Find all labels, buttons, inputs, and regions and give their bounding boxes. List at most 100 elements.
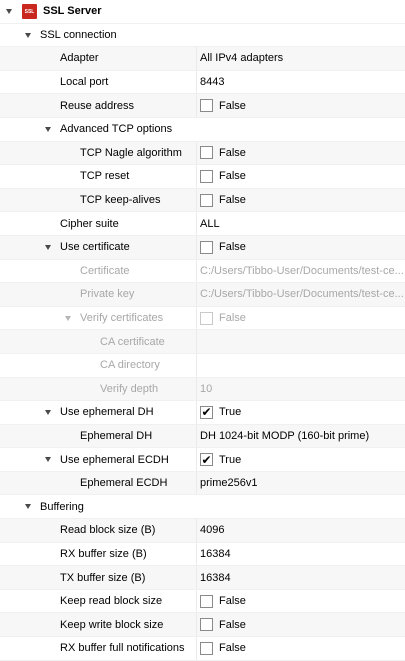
local-port-value[interactable]: 8443 bbox=[200, 71, 405, 94]
property-label: Reuse address bbox=[60, 99, 134, 112]
row-ca-certificate: CA certificate bbox=[0, 330, 405, 354]
property-label: CA certificate bbox=[100, 335, 165, 348]
property-label: Use ephemeral DH bbox=[60, 406, 154, 419]
row-use-certificate[interactable]: Use certificate False bbox=[0, 235, 405, 260]
property-label: RX buffer size (B) bbox=[60, 547, 147, 560]
group-label: Buffering bbox=[40, 500, 84, 513]
row-read-block-size[interactable]: Read block size (B) 4096 bbox=[0, 519, 405, 543]
row-ephemeral-dh[interactable]: Ephemeral DH DH 1024-bit MODP (160-bit p… bbox=[0, 424, 405, 449]
row-tx-buffer-size[interactable]: TX buffer size (B) 16384 bbox=[0, 566, 405, 590]
checkbox-value-label: False bbox=[219, 618, 246, 631]
row-keep-read-block-size[interactable]: Keep read block size False bbox=[0, 589, 405, 614]
property-label: Ephemeral DH bbox=[80, 429, 153, 442]
ephemeral-dh-value[interactable]: DH 1024-bit MODP (160-bit prime) bbox=[200, 425, 405, 448]
collapse-triangle-icon bbox=[65, 315, 71, 321]
property-label: TX buffer size (B) bbox=[60, 571, 146, 584]
row-certificate: Certificate C:/Users/Tibbo-User/Document… bbox=[0, 259, 405, 284]
row-reuse-address[interactable]: Reuse address False bbox=[0, 94, 405, 118]
group-label: SSL connection bbox=[40, 28, 117, 41]
property-label: RX buffer full notifications bbox=[60, 642, 185, 655]
property-label: Local port bbox=[60, 76, 109, 89]
checkbox-value-label: False bbox=[219, 642, 246, 655]
reuse-address-checkbox[interactable] bbox=[200, 99, 213, 113]
property-label: Private key bbox=[80, 288, 135, 301]
keep-write-block-size-checkbox[interactable] bbox=[200, 618, 213, 632]
row-private-key: Private key C:/Users/Tibbo-User/Document… bbox=[0, 283, 405, 307]
use-certificate-checkbox[interactable] bbox=[200, 240, 213, 254]
property-label: Use ephemeral ECDH bbox=[60, 453, 169, 466]
row-advanced-tcp-options[interactable]: Advanced TCP options bbox=[0, 118, 405, 142]
property-label: Keep write block size bbox=[60, 618, 164, 631]
collapse-triangle-icon[interactable] bbox=[45, 126, 51, 132]
read-block-size-value[interactable]: 4096 bbox=[200, 519, 405, 542]
row-verify-certificates: Verify certificates False bbox=[0, 306, 405, 331]
row-buffering[interactable]: Buffering bbox=[0, 495, 405, 520]
cipher-suite-value[interactable]: ALL bbox=[200, 212, 405, 235]
row-ssl-connection[interactable]: SSL connection bbox=[0, 24, 405, 48]
collapse-triangle-icon[interactable] bbox=[45, 457, 51, 463]
tcp-reset-checkbox[interactable] bbox=[200, 169, 213, 183]
property-label: Cipher suite bbox=[60, 217, 119, 230]
property-label: Certificate bbox=[80, 264, 130, 277]
checkbox-value-label: False bbox=[219, 170, 246, 183]
property-label: TCP Nagle algorithm bbox=[80, 146, 182, 159]
row-adapter[interactable]: Adapter All IPv4 adapters bbox=[0, 47, 405, 71]
rx-buffer-size-value[interactable]: 16384 bbox=[200, 543, 405, 566]
property-label: Use certificate bbox=[60, 241, 130, 254]
certificate-path-value: C:/Users/Tibbo-User/Documents/test-ce... bbox=[200, 264, 404, 277]
tx-buffer-size-value[interactable]: 16384 bbox=[200, 566, 405, 589]
property-label: Read block size (B) bbox=[60, 524, 156, 537]
collapse-triangle-icon[interactable] bbox=[45, 244, 51, 250]
tcp-nagle-checkbox[interactable] bbox=[200, 146, 213, 160]
use-ephemeral-ecdh-checkbox[interactable]: ✔ bbox=[200, 453, 213, 467]
property-label: TCP reset bbox=[80, 170, 130, 183]
collapse-triangle-icon[interactable] bbox=[25, 32, 31, 38]
tcp-keepalives-checkbox[interactable] bbox=[200, 193, 213, 207]
property-label: CA directory bbox=[100, 359, 160, 372]
property-label: Adapter bbox=[60, 52, 99, 65]
collapse-triangle-icon[interactable] bbox=[25, 504, 31, 510]
property-label: Keep read block size bbox=[60, 595, 163, 608]
row-cipher-suite[interactable]: Cipher suite ALL bbox=[0, 212, 405, 236]
property-grid: SSL SSL Server SSL connection Adapter Al… bbox=[0, 0, 405, 661]
use-ephemeral-dh-checkbox[interactable]: ✔ bbox=[200, 405, 213, 419]
row-rx-buffer-size[interactable]: RX buffer size (B) 16384 bbox=[0, 542, 405, 567]
row-ephemeral-ecdh[interactable]: Ephemeral ECDH prime256v1 bbox=[0, 471, 405, 496]
rx-buffer-full-notifications-checkbox[interactable] bbox=[200, 641, 213, 655]
checkbox-value-label: True bbox=[219, 406, 242, 419]
ssl-icon: SSL bbox=[22, 4, 37, 19]
private-key-path-value: C:/Users/Tibbo-User/Documents/test-ce... bbox=[200, 288, 404, 301]
property-label: Verify certificates bbox=[80, 312, 164, 325]
ca-directory-value bbox=[200, 354, 405, 377]
property-label: Ephemeral ECDH bbox=[80, 477, 168, 490]
row-keep-write-block-size[interactable]: Keep write block size False bbox=[0, 613, 405, 638]
property-label: Verify depth bbox=[100, 382, 159, 395]
collapse-triangle-icon[interactable] bbox=[45, 410, 51, 416]
checkbox-value-label: False bbox=[219, 99, 246, 112]
property-label: TCP keep-alives bbox=[80, 194, 161, 207]
adapter-value[interactable]: All IPv4 adapters bbox=[200, 47, 405, 70]
row-verify-depth: Verify depth 10 bbox=[0, 377, 405, 402]
row-tcp-reset[interactable]: TCP reset False bbox=[0, 165, 405, 189]
ephemeral-ecdh-value[interactable]: prime256v1 bbox=[200, 472, 405, 495]
checkbox-value-label: False bbox=[219, 595, 246, 608]
checkbox-value-label: False bbox=[219, 146, 246, 159]
row-use-ephemeral-ecdh[interactable]: Use ephemeral ECDH ✔ True bbox=[0, 448, 405, 472]
checkbox-value-label: True bbox=[219, 453, 242, 466]
checkbox-value-label: False bbox=[219, 194, 246, 207]
row-ca-directory: CA directory bbox=[0, 353, 405, 378]
collapse-triangle-icon[interactable] bbox=[6, 9, 12, 14]
row-tcp-keepalives[interactable]: TCP keep-alives False bbox=[0, 188, 405, 213]
checkbox-value-label: False bbox=[219, 312, 246, 325]
row-tcp-nagle[interactable]: TCP Nagle algorithm False bbox=[0, 141, 405, 166]
ssl-server-title: SSL Server bbox=[43, 5, 102, 18]
row-ssl-server[interactable]: SSL SSL Server bbox=[0, 0, 405, 24]
group-label: Advanced TCP options bbox=[60, 123, 173, 136]
row-local-port[interactable]: Local port 8443 bbox=[0, 70, 405, 95]
row-rx-buffer-full-notifications[interactable]: RX buffer full notifications False bbox=[0, 637, 405, 661]
checkbox-value-label: False bbox=[219, 241, 246, 254]
row-use-ephemeral-dh[interactable]: Use ephemeral DH ✔ True bbox=[0, 401, 405, 425]
ca-certificate-value bbox=[200, 330, 405, 353]
keep-read-block-size-checkbox[interactable] bbox=[200, 594, 213, 608]
verify-certificates-checkbox bbox=[200, 311, 213, 325]
